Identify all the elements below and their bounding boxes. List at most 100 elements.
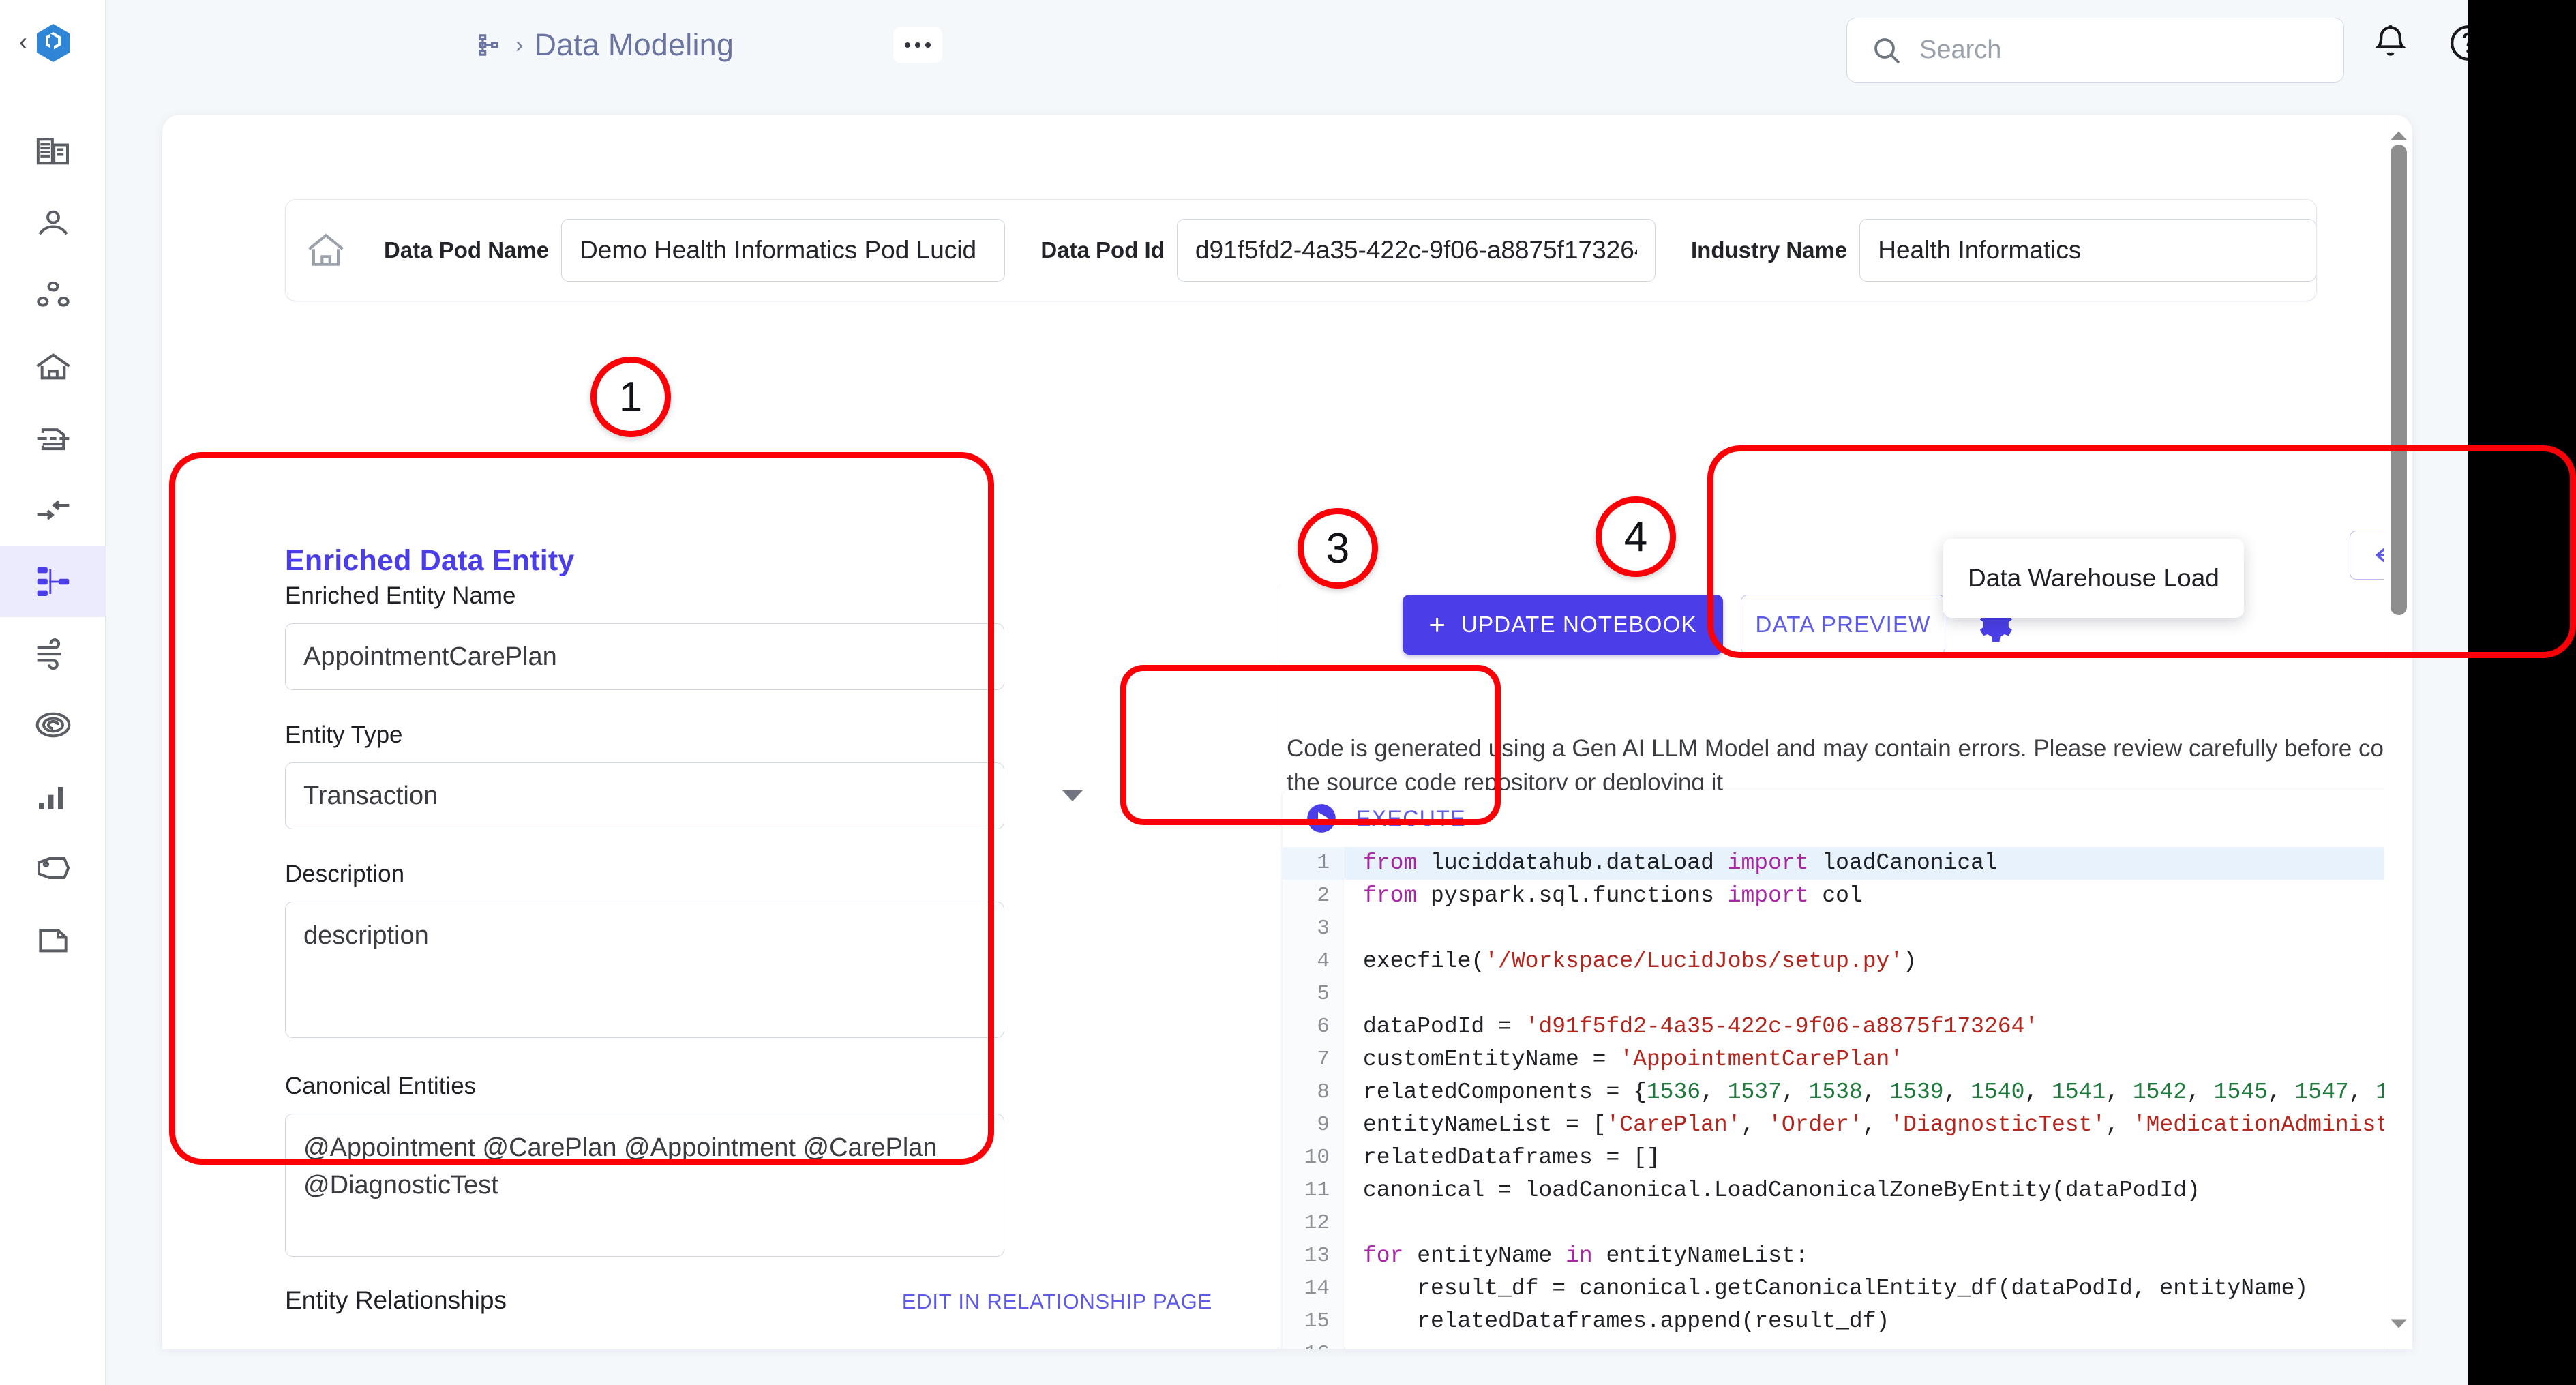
notebook-actions-toolbar: + UPDATE NOTEBOOK DATA PREVIEW	[1403, 595, 2018, 655]
update-notebook-button[interactable]: + UPDATE NOTEBOOK	[1403, 595, 1723, 655]
screen-root: ‹ › Data Modeling Search Data Pod Name D…	[0, 0, 2576, 1385]
dot	[915, 42, 920, 48]
execute-label: EXECUTE	[1356, 805, 1466, 831]
code-line[interactable]: 6 dataPodId = 'd91f5fd2-4a35-422c-9f06-a8…	[1283, 1011, 2412, 1043]
breadcrumb-more-button[interactable]	[893, 27, 942, 63]
canonical-entities-textarea[interactable]	[285, 1114, 1004, 1257]
sidebar-item-home[interactable]	[0, 331, 106, 402]
line-number: 11	[1283, 1174, 1345, 1207]
nodes-icon	[36, 281, 70, 307]
code-line[interactable]: 14 result_df = canonical.getCanonicalEnt…	[1283, 1272, 2412, 1305]
sidebar-item-tags[interactable]	[0, 832, 106, 904]
code-line[interactable]: 8 relatedComponents = {1536, 1537, 1538, …	[1283, 1076, 2412, 1109]
enriched-data-entity-form: Enriched Entity Name Entity Type Transac…	[285, 582, 1103, 1292]
code-line[interactable]: 3	[1283, 912, 2412, 945]
code-line[interactable]: 15 relatedDataframes.append(result_df)	[1283, 1305, 2412, 1338]
bell-icon[interactable]	[2369, 22, 2412, 64]
code-line[interactable]: 2 from pyspark.sql.functions import col	[1283, 880, 2412, 912]
description-textarea[interactable]	[285, 902, 1004, 1038]
home-icon	[36, 353, 70, 379]
section-title: Enriched Data Entity	[285, 543, 575, 577]
code-text: execfile('/Workspace/LucidJobs/setup.py'…	[1363, 949, 1917, 974]
question-circle-icon[interactable]	[2447, 22, 2468, 64]
building-icon	[36, 137, 69, 164]
data-pod-id-label: Data Pod Id	[1040, 237, 1165, 263]
code-text: relatedDataframes = []	[1363, 1145, 1660, 1170]
entity-relationships-header: Entity Relationships EDIT IN RELATIONSHI…	[285, 1286, 1212, 1315]
code-text: dataPodId = 'd91f5fd2-4a35-422c-9f06-a88…	[1363, 1014, 2039, 1039]
bullseye-icon	[35, 712, 70, 737]
code-line[interactable]: 9 entityNameList = ['CarePlan', 'Order', …	[1283, 1109, 2412, 1142]
sidebar-item-user[interactable]	[0, 188, 106, 259]
line-number: 4	[1283, 945, 1345, 978]
data-pod-name-input[interactable]	[561, 219, 1006, 282]
file-icon	[38, 928, 68, 952]
line-number: 7	[1283, 1043, 1345, 1076]
sidebar-item-organization[interactable]	[0, 116, 106, 188]
line-number: 10	[1283, 1142, 1345, 1174]
arrows-exchange-icon	[37, 500, 69, 520]
field-description: Description	[285, 861, 1103, 1041]
dot	[905, 42, 910, 48]
code-line[interactable]: 13 for entityName in entityNameList:	[1283, 1240, 2412, 1272]
sidebar-item-data-modeling[interactable]	[0, 546, 106, 617]
code-line[interactable]: 12	[1283, 1207, 2412, 1240]
line-number: 15	[1283, 1305, 1345, 1338]
sidebar-item-transfer[interactable]	[0, 474, 106, 546]
data-preview-button[interactable]: DATA PREVIEW	[1741, 595, 1945, 655]
code-text: relatedDataframes.append(result_df)	[1363, 1309, 1890, 1334]
line-number: 2	[1283, 880, 1345, 912]
sidebar-item-connections[interactable]	[0, 259, 106, 331]
code-text: relatedComponents = {1536, 1537, 1538, 1…	[1363, 1079, 2412, 1105]
sidebar-item-data-flow[interactable]	[0, 617, 106, 689]
code-line[interactable]: 5	[1283, 978, 2412, 1011]
line-number: 9	[1283, 1109, 1345, 1142]
code-line[interactable]: 11 canonical = loadCanonical.LoadCanonica…	[1283, 1174, 2412, 1207]
left-navigation-rail: ‹	[0, 0, 106, 1385]
code-lines[interactable]: 1 from luciddatahub.dataLoad import loadC…	[1283, 847, 2412, 1349]
app-logo-icon[interactable]	[31, 21, 75, 65]
data-pod-name-label: Data Pod Name	[384, 237, 550, 263]
entity-type-select[interactable]: Transaction	[285, 762, 1103, 829]
entity-type-value: Transaction	[285, 762, 1004, 829]
code-line[interactable]: 16	[1283, 1338, 2412, 1349]
data-pod-id-input[interactable]	[1176, 219, 1656, 282]
collapse-sidebar-icon[interactable]: ‹	[19, 29, 27, 54]
outside-viewport-gutter	[2468, 0, 2576, 1385]
content-scrollbar[interactable]	[2384, 115, 2412, 1349]
sidebar-item-analytics[interactable]	[0, 760, 106, 832]
entity-relationships-title: Entity Relationships	[285, 1286, 507, 1314]
code-line[interactable]: 7 customEntityName = 'AppointmentCarePlan…	[1283, 1043, 2412, 1076]
edit-in-relationship-page-link[interactable]: EDIT IN RELATIONSHIP PAGE	[902, 1290, 1212, 1314]
scroll-down-icon[interactable]	[2384, 1309, 2412, 1338]
home-icon[interactable]	[305, 229, 347, 271]
execute-cell-button[interactable]: EXECUTE	[1283, 790, 2412, 847]
code-line[interactable]: 4 execfile('/Workspace/LucidJobs/setup.py…	[1283, 945, 2412, 978]
code-text: from luciddatahub.dataLoad import loadCa…	[1363, 850, 1998, 876]
enriched-entity-name-input[interactable]	[285, 623, 1004, 690]
sidebar-item-target[interactable]	[0, 689, 106, 760]
code-text: result_df = canonical.getCanonicalEntity…	[1363, 1276, 2309, 1301]
breadcrumb-separator: ›	[515, 32, 524, 58]
update-notebook-label: UPDATE NOTEBOOK	[1461, 612, 1697, 637]
sidebar-item-data-source[interactable]	[0, 402, 106, 474]
tag-icon	[37, 857, 70, 879]
search-box[interactable]	[1846, 18, 2344, 83]
code-line[interactable]: 1 from luciddatahub.dataLoad import loadC…	[1283, 847, 2412, 880]
code-text: for entityName in entityNameList:	[1363, 1243, 1809, 1268]
rail-header: ‹	[19, 14, 98, 72]
search-icon	[1874, 38, 1900, 63]
breadcrumb: › Data Modeling	[477, 18, 734, 72]
description-label: Description	[285, 861, 405, 887]
code-line[interactable]: 10 relatedDataframes = []	[1283, 1142, 2412, 1174]
sidebar-item-documents[interactable]	[0, 904, 106, 975]
industry-name-input[interactable]	[1859, 219, 2316, 282]
play-circle-icon	[1307, 804, 1336, 833]
field-enriched-entity-name: Enriched Entity Name	[285, 582, 1103, 690]
data-pod-header: Data Pod Name Data Pod Id Industry Name	[285, 199, 2317, 301]
scrollbar-thumb[interactable]	[2391, 145, 2407, 615]
wind-icon	[37, 638, 61, 670]
code-text: canonical = loadCanonical.LoadCanonicalZ…	[1363, 1178, 2200, 1203]
search-input[interactable]	[1918, 35, 2320, 65]
line-number: 6	[1283, 1011, 1345, 1043]
